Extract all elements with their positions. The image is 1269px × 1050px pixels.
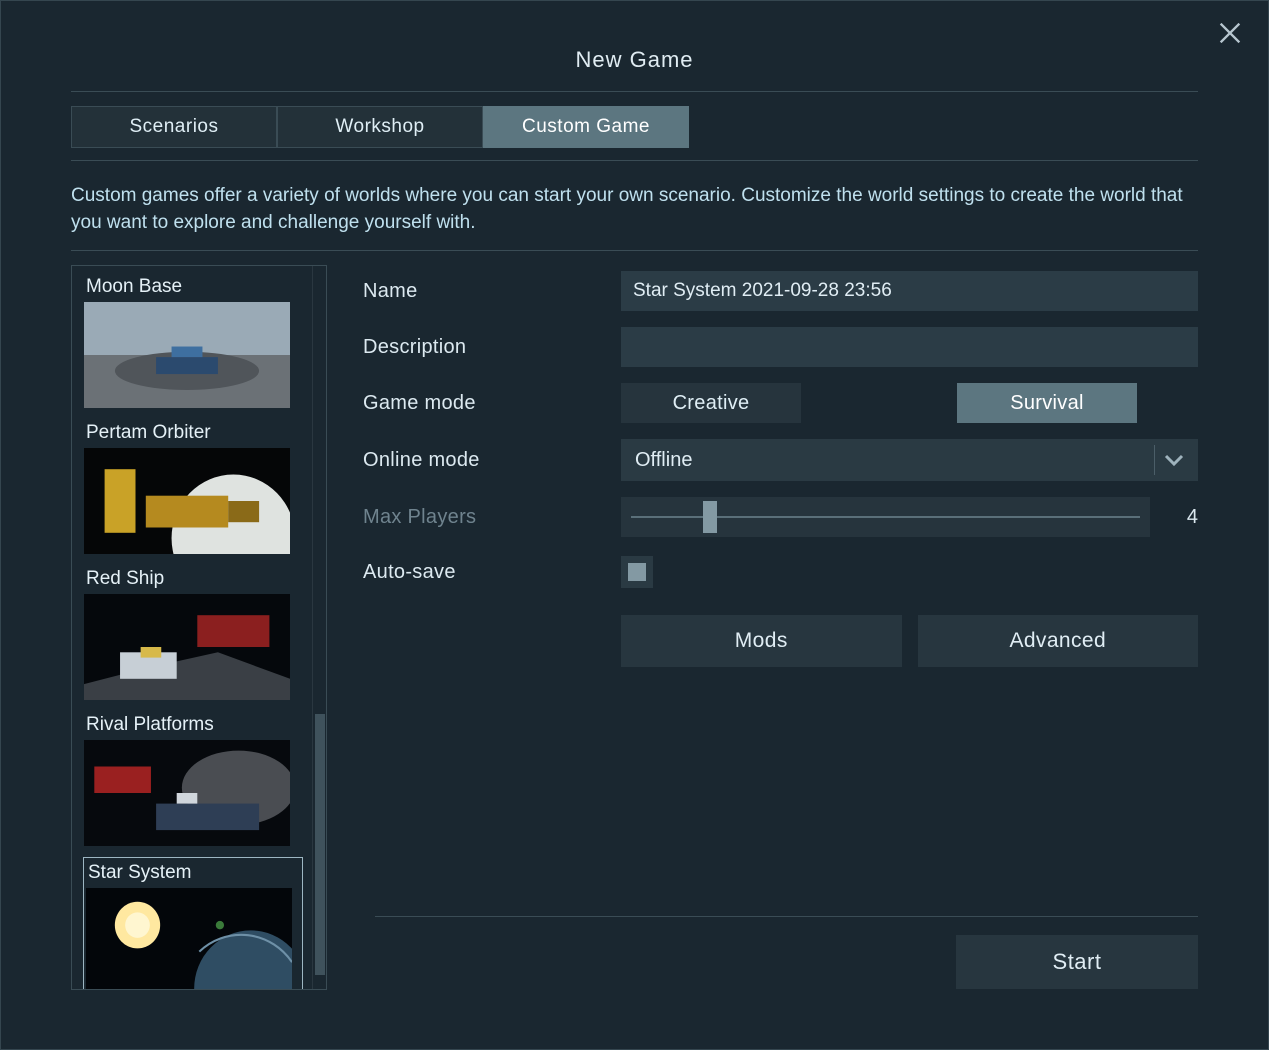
label-max-players: Max Players [363, 506, 621, 529]
scenario-list[interactable]: Moon Base Pertam Orbiter [72, 266, 312, 989]
scenario-label: Red Ship [84, 566, 302, 594]
scenario-thumb [84, 302, 290, 408]
auto-save-checkbox[interactable] [621, 556, 653, 588]
chevron-down-icon [1154, 445, 1192, 475]
scenario-item-red-ship[interactable]: Red Ship [84, 566, 302, 700]
tab-workshop[interactable]: Workshop [277, 106, 483, 148]
row-online-mode: Online mode Offline [363, 439, 1198, 481]
scenario-item-rival-platforms[interactable]: Rival Platforms [84, 712, 302, 846]
label-online-mode: Online mode [363, 449, 621, 472]
label-auto-save: Auto-save [363, 561, 621, 584]
scenario-label: Rival Platforms [84, 712, 302, 740]
row-game-mode: Game mode Creative Survival [363, 383, 1198, 423]
game-mode-survival-button[interactable]: Survival [957, 383, 1137, 423]
settings-form: Name Description Game mode Creative Surv… [363, 265, 1198, 990]
scenario-label: Moon Base [84, 274, 302, 302]
dropdown-value: Offline [635, 449, 692, 472]
label-description: Description [363, 336, 621, 359]
new-game-window: New Game Scenarios Workshop Custom Game … [0, 0, 1269, 1050]
max-players-value: 4 [1168, 506, 1198, 529]
close-icon [1216, 34, 1244, 51]
tab-bar: Scenarios Workshop Custom Game [71, 106, 1198, 148]
footer: Start [375, 916, 1198, 989]
extra-buttons-row: Mods Advanced [621, 615, 1198, 667]
tab-custom-game[interactable]: Custom Game [483, 106, 689, 148]
divider [375, 916, 1198, 917]
row-auto-save: Auto-save [363, 553, 1198, 591]
row-description: Description [363, 327, 1198, 367]
start-button[interactable]: Start [956, 935, 1198, 989]
scenario-label: Pertam Orbiter [84, 420, 302, 448]
scenario-item-moon-base[interactable]: Moon Base [84, 274, 302, 408]
scrollbar[interactable] [312, 266, 326, 989]
page-title: New Game [71, 19, 1198, 91]
scenario-list-panel: Moon Base Pertam Orbiter [71, 265, 327, 990]
scenario-item-star-system[interactable]: Star System [84, 858, 302, 989]
mods-button[interactable]: Mods [621, 615, 902, 667]
max-players-slider[interactable] [621, 497, 1150, 537]
label-game-mode: Game mode [363, 392, 621, 415]
row-max-players: Max Players 4 [363, 497, 1198, 537]
scenario-thumb [84, 740, 290, 846]
label-name: Name [363, 280, 621, 303]
divider [71, 91, 1198, 92]
tab-scenarios[interactable]: Scenarios [71, 106, 277, 148]
close-button[interactable] [1216, 19, 1244, 47]
check-icon [628, 563, 646, 581]
description-input[interactable] [621, 327, 1198, 367]
scenario-thumb [86, 888, 292, 989]
scenario-label: Star System [86, 860, 300, 888]
tab-description: Custom games offer a variety of worlds w… [71, 175, 1198, 250]
online-mode-dropdown[interactable]: Offline [621, 439, 1198, 481]
scenario-thumb [84, 594, 290, 700]
main-area: Moon Base Pertam Orbiter [71, 265, 1198, 990]
scenario-thumb [84, 448, 290, 554]
scenario-item-pertam-orbiter[interactable]: Pertam Orbiter [84, 420, 302, 554]
game-mode-creative-button[interactable]: Creative [621, 383, 801, 423]
row-name: Name [363, 271, 1198, 311]
divider [71, 250, 1198, 251]
slider-handle[interactable] [703, 501, 717, 533]
name-input[interactable] [621, 271, 1198, 311]
divider [71, 160, 1198, 161]
advanced-button[interactable]: Advanced [918, 615, 1199, 667]
scrollbar-handle[interactable] [315, 714, 325, 974]
